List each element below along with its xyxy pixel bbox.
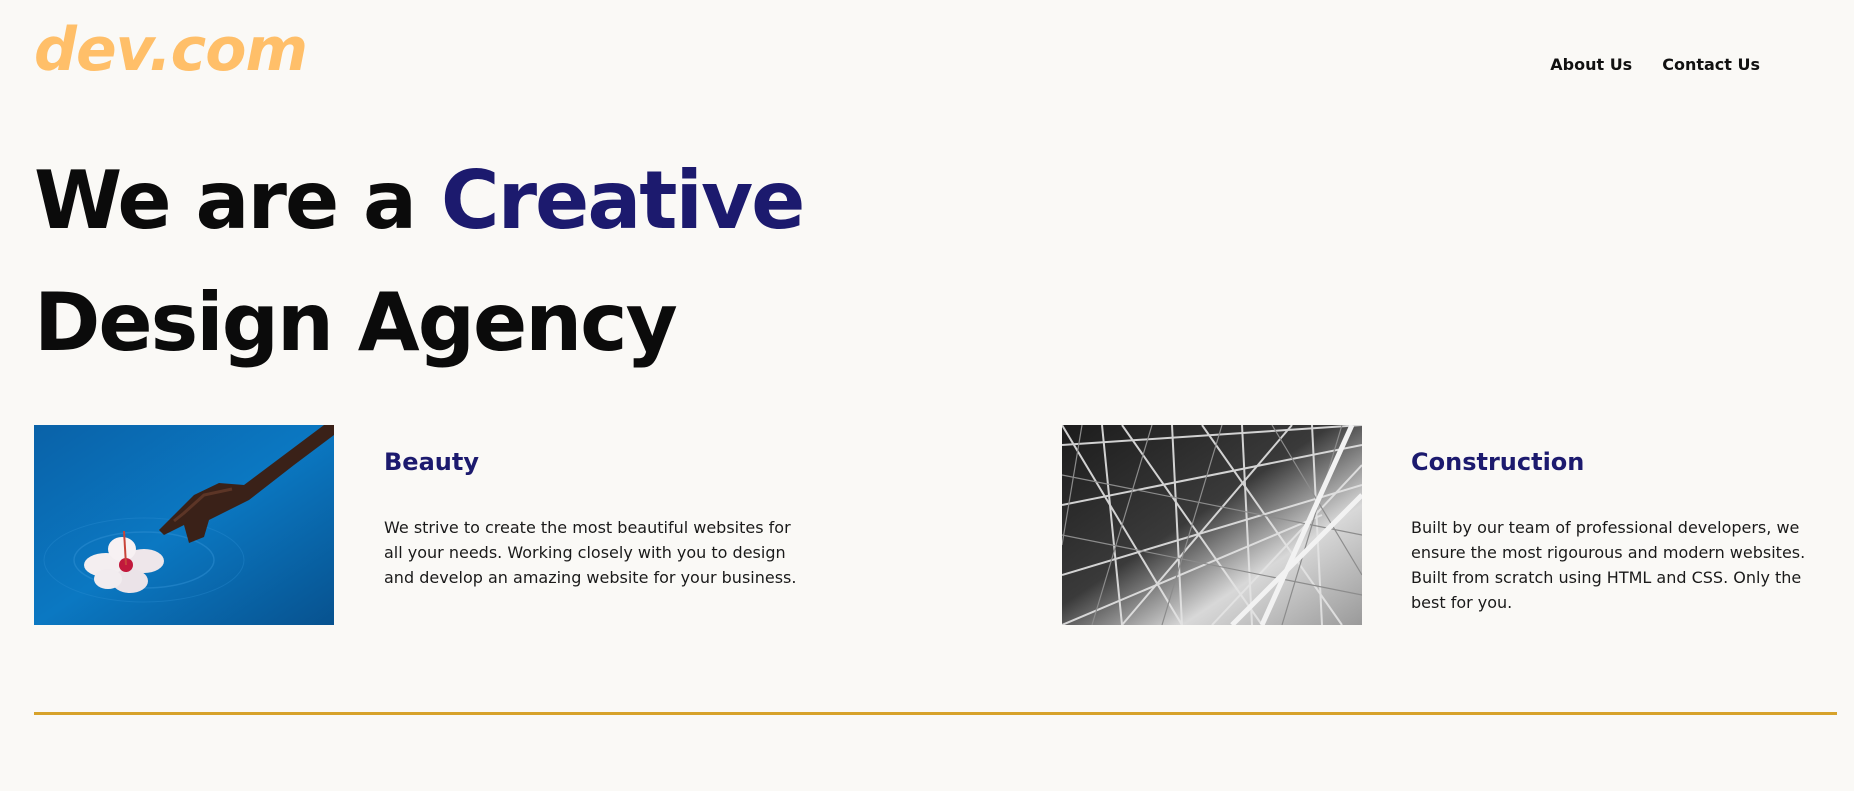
hero-line1-accent: Creative (440, 154, 805, 247)
beauty-description: We strive to create the most beautiful w… (384, 518, 797, 587)
beauty-image (34, 425, 334, 625)
hero-line2: Design Agency (34, 276, 678, 369)
main-nav: About Us Contact Us (1550, 54, 1760, 76)
construction-description: Built by our team of professional develo… (1411, 518, 1806, 612)
construction-image (1062, 425, 1362, 625)
logo[interactable]: dev.com (34, 10, 308, 90)
beauty-title: Beauty (384, 448, 479, 476)
hero-heading: We are a Creative Design Agency (34, 140, 805, 384)
nav-contact-us[interactable]: Contact Us (1662, 54, 1760, 76)
section-divider (34, 712, 1837, 715)
construction-title: Construction (1411, 448, 1585, 476)
page: dev.com About Us Contact Us We are a Cre… (0, 0, 1854, 791)
nav-about-us[interactable]: About Us (1550, 54, 1632, 76)
hero-line1-plain: We are a (34, 154, 441, 247)
